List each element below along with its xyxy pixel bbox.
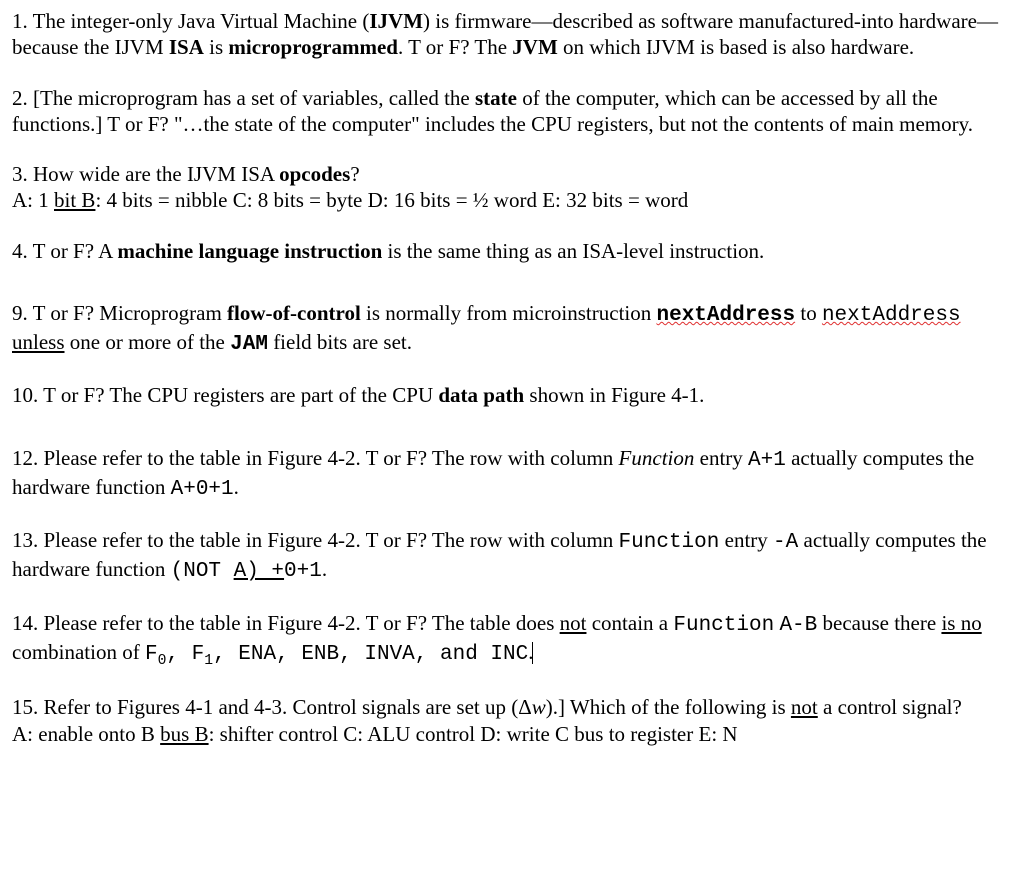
q-num: 9. xyxy=(12,301,28,325)
question-4: 4. T or F? A machine language instructio… xyxy=(12,238,1012,264)
question-1: 1. The integer-only Java Virtual Machine… xyxy=(12,8,1012,61)
text-cursor xyxy=(532,642,533,664)
q-num: 1. xyxy=(12,9,28,33)
question-14: 14. Please refer to the table in Figure … xyxy=(12,610,1012,671)
question-10: 10. T or F? The CPU registers are part o… xyxy=(12,382,1012,408)
q-num: 13. xyxy=(12,528,38,552)
q-num: 3. xyxy=(12,162,28,186)
q-num: 2. xyxy=(12,86,28,110)
q-num: 4. xyxy=(12,239,28,263)
q-num: 12. xyxy=(12,446,38,470)
q-num: 15. xyxy=(12,695,38,719)
question-12: 12. Please refer to the table in Figure … xyxy=(12,445,1012,504)
q-num: 10. xyxy=(12,383,38,407)
q-num: 14. xyxy=(12,611,38,635)
question-2: 2. [The microprogram has a set of variab… xyxy=(12,85,1012,138)
question-3: 3. How wide are the IJVM ISA opcodes? A:… xyxy=(12,161,1012,214)
question-15: 15. Refer to Figures 4-1 and 4-3. Contro… xyxy=(12,694,1012,747)
question-9: 9. T or F? Microprogram flow-of-control … xyxy=(12,300,1012,359)
question-13: 13. Please refer to the table in Figure … xyxy=(12,527,1012,586)
